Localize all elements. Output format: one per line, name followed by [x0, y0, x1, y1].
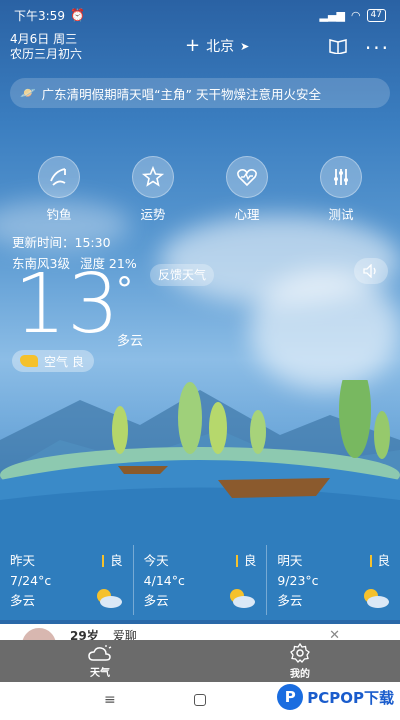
degree-symbol: °	[116, 270, 133, 310]
weather-icon	[88, 644, 112, 661]
tool-shortcuts: 钓鱼 运势 心理 测试	[0, 156, 400, 223]
location-arrow-icon: ➤	[240, 39, 250, 53]
current-temperature: 13	[14, 257, 121, 352]
city-selector[interactable]: + 北京 ➤	[185, 36, 249, 56]
watermark-logo: P PCPOP下载	[277, 684, 394, 710]
tab-mine[interactable]: 我的	[200, 640, 400, 682]
pcpop-logo-icon: P	[277, 684, 304, 710]
update-time: 更新时间：15:30	[12, 235, 111, 250]
fishing-icon	[38, 156, 80, 198]
tool-fortune[interactable]: 运势	[123, 156, 183, 223]
planet-icon: 🪐	[20, 85, 36, 100]
heart-pulse-icon	[226, 156, 268, 198]
city-name: 北京	[206, 39, 235, 55]
news-banner-text: 广东清明假期晴天唱“主角” 天干物燥注意用火安全	[41, 86, 322, 102]
lunar-date-label: 农历三月初六	[10, 47, 83, 61]
sliders-icon	[320, 156, 362, 198]
tool-label: 测试	[328, 207, 354, 222]
news-banner[interactable]: 🪐 广东清明假期晴天唱“主角” 天干物燥注意用火安全	[10, 78, 390, 108]
home-nav-icon[interactable]	[194, 694, 206, 706]
forecast-day[interactable]: 明天 9/23°c 多云 良	[266, 545, 400, 615]
header: 4月6日 周三 农历三月初六 + 北京 ➤ ···	[10, 32, 390, 68]
bottom-tab-bar: 天气 我的	[0, 640, 400, 682]
forecast-quality: 良	[377, 553, 391, 568]
forecast-day[interactable]: 昨天 7/24°c 多云 良	[0, 545, 133, 615]
partly-cloudy-icon	[96, 589, 122, 608]
current-condition: 多云	[117, 334, 144, 349]
status-time: 下午3:59	[14, 8, 65, 23]
wifi-icon: ◠	[350, 8, 361, 22]
partly-cloudy-icon	[364, 589, 390, 608]
book-icon[interactable]	[329, 38, 347, 58]
tool-label: 运势	[140, 207, 166, 222]
tool-psychology[interactable]: 心理	[217, 156, 277, 223]
status-bar: 下午3:59 ⏰ ▂▄▆ ◠ 47	[0, 0, 400, 30]
forecast-quality: 良	[110, 553, 123, 568]
add-city-icon[interactable]: +	[185, 37, 200, 55]
date-label: 4月6日 周三	[10, 32, 78, 46]
battery-icon: 47	[366, 8, 386, 22]
more-menu-icon[interactable]: ···	[365, 36, 390, 60]
forecast-day[interactable]: 今天 4/14°c 多云 良	[132, 545, 267, 615]
settings-icon	[290, 642, 310, 663]
alarm-icon: ⏰	[69, 8, 85, 22]
signal-icon: ▂▄▆	[319, 8, 345, 22]
tool-label: 钓鱼	[46, 207, 72, 222]
fortune-star-icon	[132, 156, 174, 198]
air-quality-label: 空气 良	[44, 354, 84, 369]
tool-test[interactable]: 测试	[311, 156, 371, 223]
three-day-forecast: 昨天 7/24°c 多云 良 今天 4/14°c 多云 良 明天 9/23°c …	[0, 545, 400, 615]
speaker-button[interactable]	[354, 258, 388, 284]
feedback-weather-button[interactable]: 反馈天气	[150, 264, 215, 286]
tool-label: 心理	[234, 207, 260, 222]
tab-weather[interactable]: 天气	[0, 640, 200, 682]
forecast-quality: 良	[243, 553, 257, 568]
tab-label: 天气	[90, 667, 110, 679]
speaker-icon	[363, 264, 376, 278]
tab-label: 我的	[290, 668, 310, 680]
tool-fishing[interactable]: 钓鱼	[29, 156, 89, 223]
leaf-icon	[20, 355, 38, 367]
date-block: 4月6日 周三 农历三月初六	[10, 32, 82, 62]
watermark-text: PCPOP下载	[307, 688, 394, 707]
air-quality-badge[interactable]: 空气 良	[12, 350, 94, 372]
menu-nav-icon[interactable]: ≡	[104, 692, 116, 708]
partly-cloudy-icon	[230, 589, 256, 608]
